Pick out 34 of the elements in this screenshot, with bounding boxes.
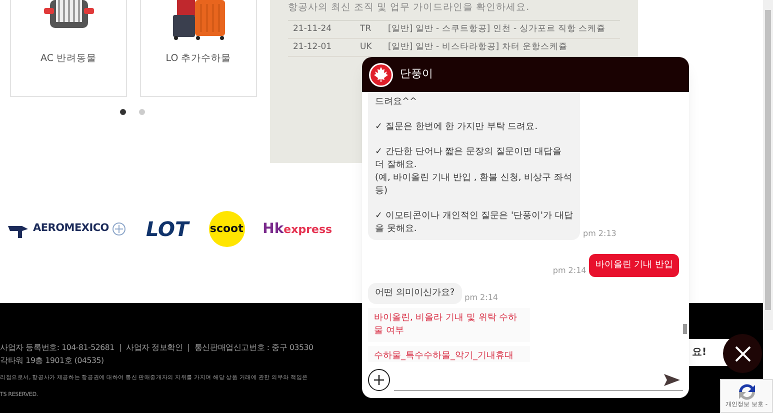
send-icon[interactable] <box>663 372 681 386</box>
airline-code: UK <box>360 41 373 54</box>
airline-logo[interactable]: scoot <box>208 211 245 247</box>
message-time: pm 2:14 <box>464 292 498 304</box>
airline-code: TR <box>360 23 372 36</box>
plus-icon <box>373 374 385 386</box>
bot-message: 어떤 의미이신가요? <box>368 283 462 304</box>
notice-title[interactable]: [일반] 일반 - 비스타라항공] 차터 운항스케쥴 <box>388 41 568 54</box>
bot-message: 드려요^^ ✓ 질문은 한번에 한 가지만 부탁 드려요. ✓ 간단한 단어나 짧은 문장의 질문이면 대답을 더 잘해요. (예, 바이올린 기내 반입 , 환불 신청, 비상구 좌석 등) ✓ 이모티콘이나 개인적인 질문은 '단풍이'가 대답을 못해요. <box>368 92 580 240</box>
chat-scrollbar[interactable] <box>683 324 687 334</box>
product-card[interactable]: LO 추가수하물 <box>140 0 257 97</box>
message-time: pm 2:13 <box>583 228 616 240</box>
notice-date: 21-11-24 <box>293 23 333 36</box>
quick-reply-option[interactable]: 수하물_특수수하물_악기_기내휴대 <box>368 346 530 362</box>
logo-text: AEROMEXICO <box>33 221 109 236</box>
product-card[interactable]: AC 반려동물 <box>10 0 127 97</box>
add-attachment-button[interactable] <box>368 369 390 391</box>
quick-reply-option[interactable]: 바이올린, 비올라 기내 및 위탁 수하물 여부 <box>368 308 530 342</box>
notice-title[interactable]: [일반] 일반 - 스쿠트항공] 인천 - 싱가포르 직항 스케쥴 <box>388 23 606 36</box>
alliance-emblem-icon <box>112 222 126 236</box>
airline-logo[interactable]: AEROMEXICO <box>8 220 126 238</box>
user-message: 바이올린 기내 반입 <box>589 254 679 277</box>
chat-title: 단풍이 <box>400 66 433 82</box>
suitcases-icon <box>170 0 226 40</box>
notice-subtitle: 항공사의 최신 조직 및 업무 가이드라인을 확인하세요. <box>288 1 530 15</box>
close-icon <box>734 344 752 362</box>
maple-leaf-avatar-icon <box>368 62 394 88</box>
airline-logo[interactable]: Hkexpress <box>262 218 332 240</box>
message-time: pm 2:14 <box>552 265 586 277</box>
card-label: AC 반려동물 <box>40 52 96 66</box>
notice-date: 21-12-01 <box>293 41 333 54</box>
airline-logo[interactable]: LOT <box>144 219 191 239</box>
pet-carrier-icon <box>44 0 94 30</box>
card-label: LO 추가수하물 <box>166 52 232 66</box>
